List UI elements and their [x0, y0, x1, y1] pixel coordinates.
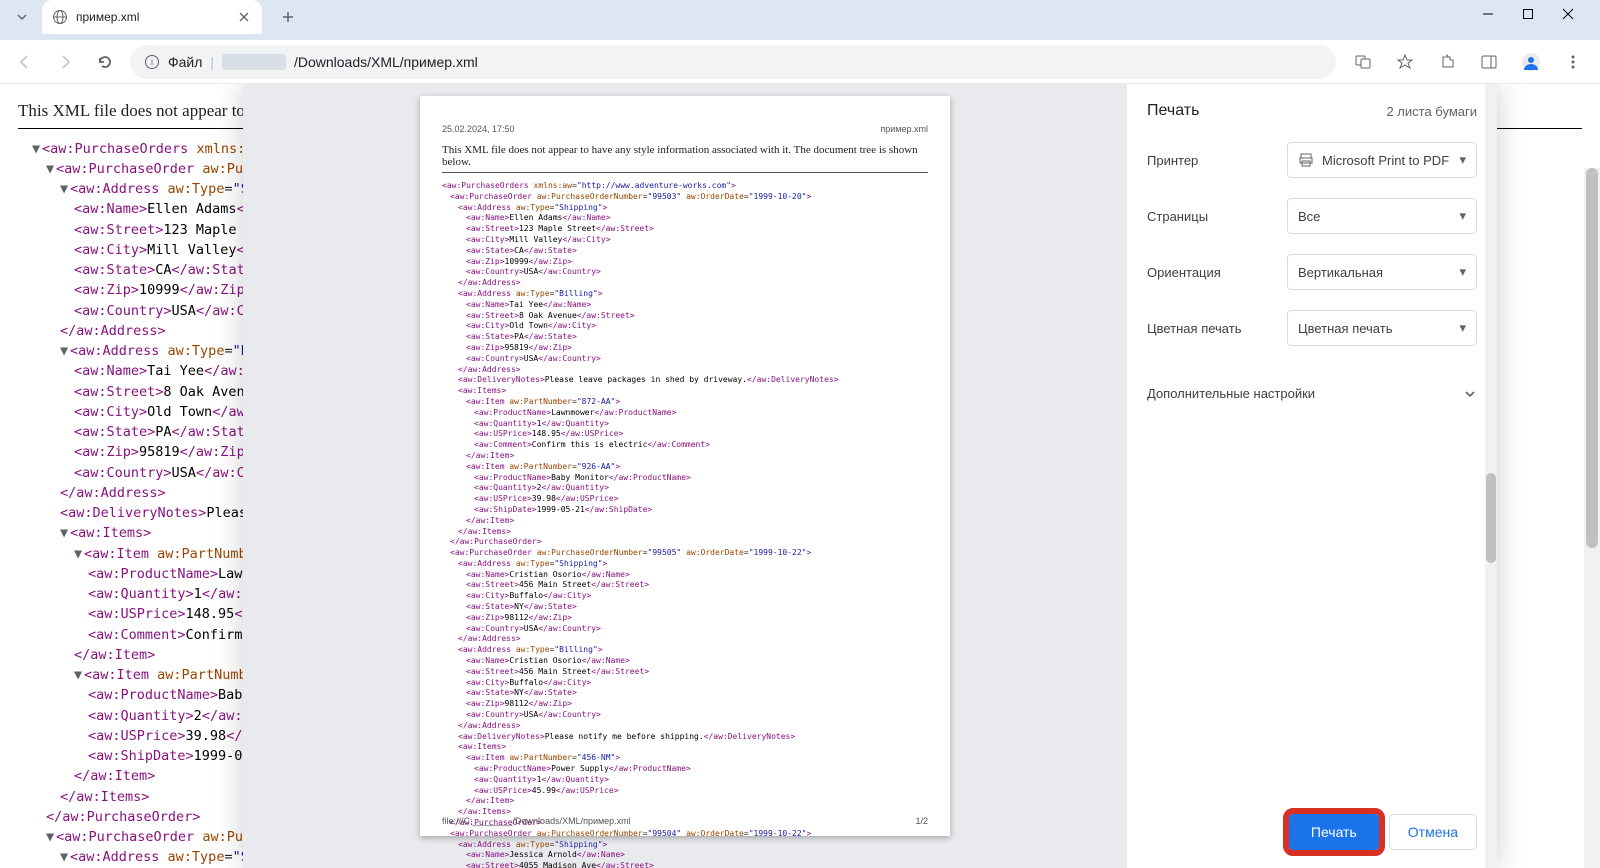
preview-xml-content: <aw:PurchaseOrders xmlns:aw="http://www.… [442, 181, 928, 868]
browser-titlebar: пример.xml [0, 0, 1600, 40]
tab-search-button[interactable] [8, 3, 36, 31]
menu-icon[interactable] [1556, 45, 1590, 79]
window-close-button[interactable] [1554, 0, 1582, 28]
printer-select[interactable]: Microsoft Print to PDF ▾ [1287, 142, 1477, 178]
address-blurred [222, 54, 286, 70]
chevron-down-icon: ▾ [1459, 152, 1466, 168]
preview-footer-page: 1/2 [915, 816, 928, 826]
back-button[interactable] [10, 47, 40, 77]
svg-text:i: i [151, 57, 153, 67]
more-settings-toggle[interactable]: Дополнительные настройки [1147, 372, 1477, 415]
chevron-down-icon: ▾ [1459, 320, 1466, 336]
chevron-down-icon [1463, 387, 1477, 401]
print-title: Печать [1147, 102, 1199, 120]
orientation-label: Ориентация [1147, 265, 1221, 280]
reload-button[interactable] [90, 47, 120, 77]
chevron-down-icon: ▾ [1459, 208, 1466, 224]
tab-title: пример.xml [76, 10, 228, 24]
print-preview-page: 25.02.2024, 17:50 пример.xml This XML fi… [420, 96, 950, 836]
translate-icon[interactable] [1346, 45, 1380, 79]
print-dialog: 25.02.2024, 17:50 пример.xml This XML fi… [243, 84, 1497, 868]
tab-close-button[interactable] [236, 9, 252, 25]
preview-doc-title: пример.xml [880, 124, 928, 134]
orientation-select[interactable]: Вертикальная ▾ [1287, 254, 1477, 290]
preview-message: This XML file does not appear to have an… [442, 144, 928, 173]
profile-icon[interactable] [1514, 45, 1548, 79]
color-label: Цветная печать [1147, 321, 1241, 336]
forward-button[interactable] [50, 47, 80, 77]
address-protocol: Файл [168, 54, 202, 70]
pages-select[interactable]: Все ▾ [1287, 198, 1477, 234]
file-icon: i [144, 54, 160, 70]
preview-footer-path: file:///C:________/Downloads/XML/пример.… [442, 816, 631, 826]
color-select[interactable]: Цветная печать ▾ [1287, 310, 1477, 346]
extensions-icon[interactable] [1430, 45, 1464, 79]
bookmark-icon[interactable] [1388, 45, 1422, 79]
side-panel-icon[interactable] [1472, 45, 1506, 79]
print-sheets-count: 2 листа бумаги [1386, 104, 1477, 119]
print-settings-pane: Печать 2 листа бумаги Принтер Microsoft … [1127, 84, 1497, 868]
print-button[interactable]: Печать [1289, 814, 1379, 850]
address-path: /Downloads/XML/пример.xml [294, 54, 478, 70]
address-bar[interactable]: i Файл | /Downloads/XML/пример.xml [130, 45, 1336, 79]
cancel-button[interactable]: Отмена [1389, 814, 1477, 850]
preview-timestamp: 25.02.2024, 17:50 [442, 124, 515, 134]
new-tab-button[interactable] [274, 3, 302, 31]
pages-label: Страницы [1147, 209, 1208, 224]
chevron-down-icon: ▾ [1459, 264, 1466, 280]
printer-icon [1298, 152, 1314, 168]
window-minimize-button[interactable] [1474, 0, 1502, 28]
browser-tab[interactable]: пример.xml [42, 0, 262, 34]
print-preview-pane[interactable]: 25.02.2024, 17:50 пример.xml This XML fi… [243, 84, 1127, 868]
window-maximize-button[interactable] [1514, 0, 1542, 28]
printer-label: Принтер [1147, 153, 1198, 168]
globe-icon [52, 9, 68, 25]
page-scrollbar[interactable] [1584, 168, 1600, 868]
browser-toolbar: i Файл | /Downloads/XML/пример.xml [0, 40, 1600, 84]
